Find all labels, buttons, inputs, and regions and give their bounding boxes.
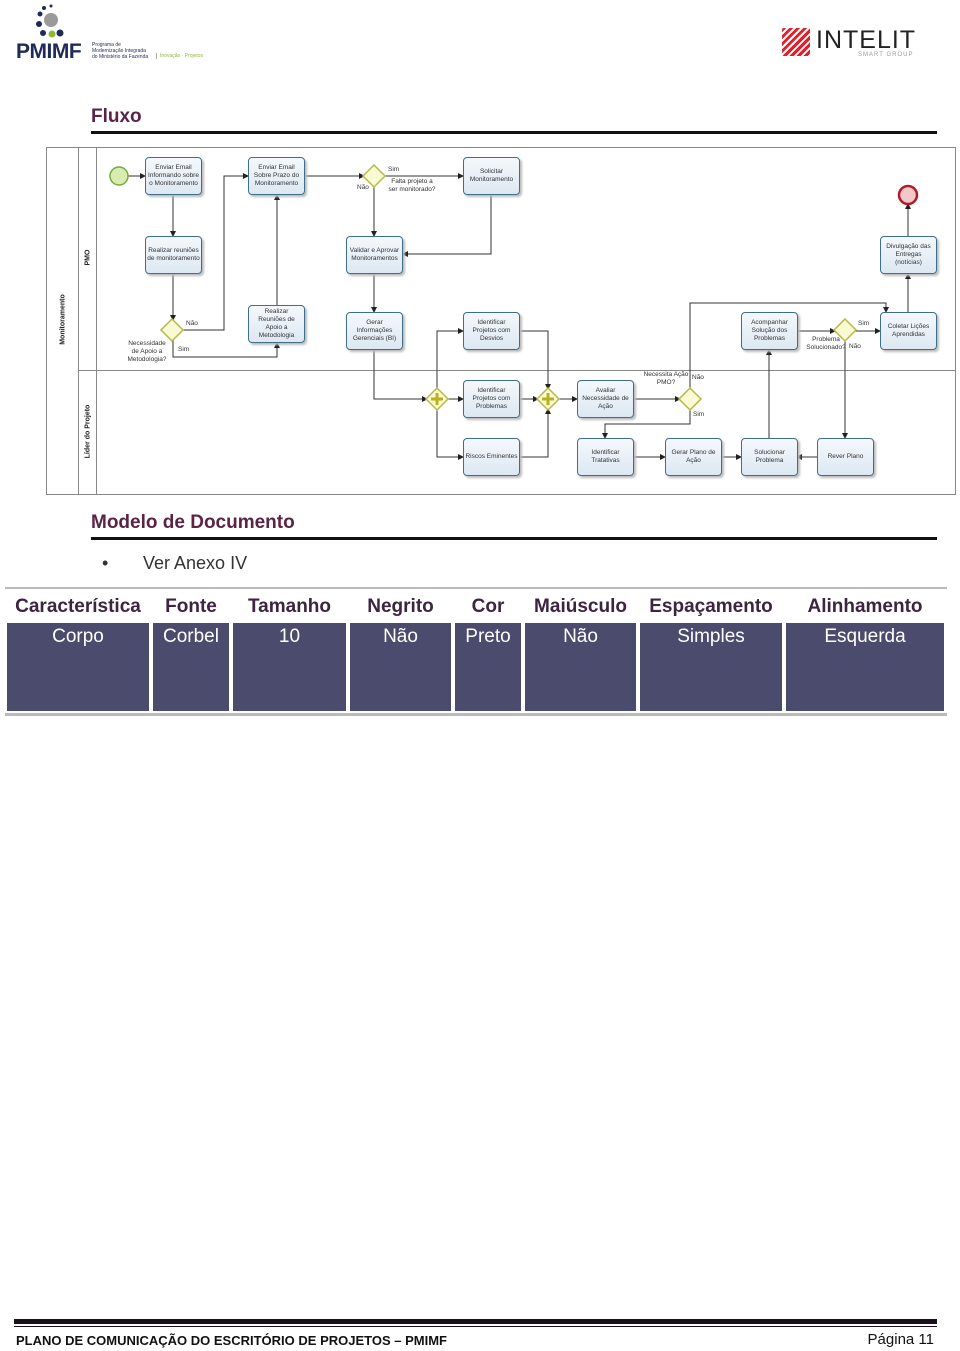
section-title-modelo: Modelo de Documento	[91, 512, 295, 533]
table-bottom-border	[5, 713, 947, 716]
task-t1: Enviar Email Informando sobre o Monitora…	[145, 157, 202, 195]
task-t13: Avaliar Necessidade de Ação	[577, 380, 634, 418]
gateway-label: Necessita Ação PMO?	[643, 371, 689, 386]
table-cell: Corpo	[7, 623, 149, 711]
gateway-label: Problema Solucionado?	[806, 336, 846, 351]
page-number: Página 11	[867, 1331, 934, 1348]
task-t18: Rever Plano	[817, 438, 874, 476]
gateway-label: Sim	[693, 411, 705, 418]
gateway-label: Não	[692, 374, 704, 381]
sequence-flow-arrow	[520, 408, 551, 458]
sequence-flow-arrow	[402, 195, 492, 257]
exclusive-gateway-icon	[677, 386, 703, 412]
end-event-icon	[897, 184, 919, 206]
task-t4: Realizar reuniões de monitoramento	[145, 236, 202, 274]
task-t12: Identificar Projetos com Problemas	[463, 380, 520, 418]
table-cell: Preto	[455, 623, 521, 711]
task-t2: Enviar Email Sobre Prazo do Monitorament…	[248, 157, 305, 195]
gateway-label: Não	[186, 320, 198, 327]
task-t8: Gerar Informações Gerenciais (BI)	[346, 312, 403, 350]
sequence-flow-arrow	[436, 328, 464, 389]
pmimf-dots-icon	[36, 4, 64, 38]
task-t6: Divulgação das Entregas (notícias)	[880, 236, 937, 274]
divider	[91, 537, 937, 540]
task-t14: Riscos Eminentes	[463, 438, 520, 476]
sequence-flow-arrow	[436, 409, 464, 460]
table-header-cell: Negrito	[367, 596, 434, 617]
gateway-label: Não	[357, 184, 369, 191]
task-t15: Identificar Tratativas	[577, 438, 634, 476]
pmimf-logo-text: PMIMF	[16, 40, 82, 63]
table-cell: Esquerda	[786, 623, 944, 711]
sequence-flow-arrow	[373, 350, 428, 402]
table-cell: Corbel	[153, 623, 229, 711]
pmimf-logo-subtitle: Programa de Modernização Integrada do Mi…	[92, 42, 149, 60]
table-cell: 10	[233, 623, 346, 711]
gateway-label: Sim	[388, 166, 400, 173]
start-event-icon	[109, 166, 129, 186]
task-t3: Solicitar Monitoramento	[463, 157, 520, 195]
footer-title: PLANO DE COMUNICAÇÃO DO ESCRITÓRIO DE PR…	[16, 1333, 447, 1348]
table-header-cell: Cor	[471, 596, 505, 617]
task-t9: Identificar Projetos com Desvios	[463, 312, 520, 350]
bullet-item: Ver Anexo IV	[143, 553, 248, 573]
task-t10: Acompanhar Solução dos Problemas	[741, 312, 798, 350]
gateway-label: Sim	[178, 346, 190, 353]
table-header-cell: Tamanho	[247, 596, 332, 617]
gateway-label: Falta projeto a ser monitorado?	[388, 178, 436, 193]
intelit-logo: INTELIT SMART GROUP	[782, 26, 937, 60]
pmimf-logo: PMIMF Programa de Modernização Integrada…	[16, 4, 216, 63]
task-t7: Realizar Reuniões de Apoio a Metodologia	[248, 305, 305, 343]
gateway-label: Sim	[858, 320, 870, 327]
table-header-cell: Característica	[15, 596, 141, 617]
exclusive-gateway-icon	[159, 317, 185, 343]
intelit-mark-icon	[782, 28, 810, 56]
task-t17: Solucionar Problema	[741, 438, 798, 476]
table-header-cell: Alinhamento	[807, 596, 923, 617]
table-top-border	[5, 587, 947, 589]
table-cell: Não	[350, 623, 451, 711]
table-header-cell: Espaçamento	[649, 596, 773, 617]
intelit-logo-subtitle: SMART GROUP	[858, 52, 914, 58]
divider	[91, 131, 937, 134]
table-header-cell: Maiúsculo	[534, 596, 627, 617]
gateway-label: Necessidade de Apoio a Metodologia?	[127, 340, 167, 363]
intelit-logo-text: INTELIT	[816, 26, 917, 54]
bullet-icon: •	[102, 553, 109, 573]
table-header-cell: Fonte	[165, 596, 217, 617]
pmimf-logo-tagline: Inovação · Projetos	[156, 53, 203, 59]
footer-rule-thin	[14, 1326, 937, 1327]
task-t11: Coletar Lições Aprendidas	[880, 312, 937, 350]
sequence-flow-arrow	[520, 330, 551, 390]
footer-rule	[14, 1319, 937, 1324]
bpmn-flow-diagram: Monitoramento PMO Líder do Projeto Envia…	[46, 147, 956, 495]
table-cell: Não	[525, 623, 636, 711]
task-t16: Gerar Plano de Ação	[665, 438, 722, 476]
section-title-fluxo: Fluxo	[91, 106, 142, 127]
table-cell: Simples	[640, 623, 782, 711]
task-t5: Validar e Aprovar Monitoramentos	[346, 236, 403, 274]
